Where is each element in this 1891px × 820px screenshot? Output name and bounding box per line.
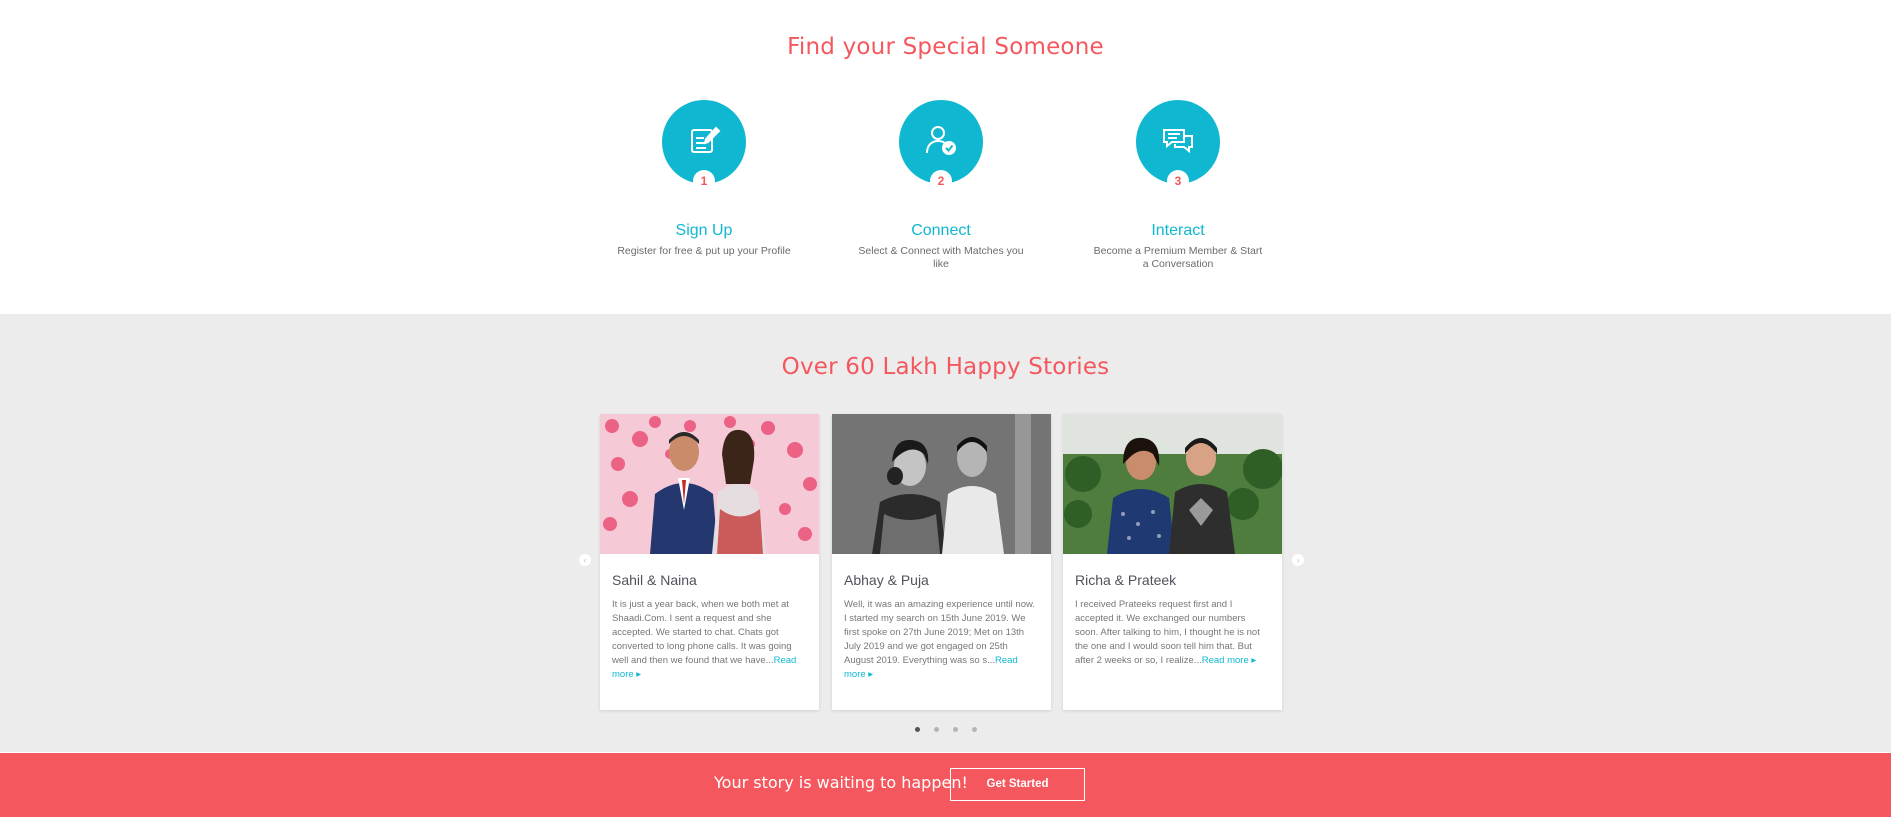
carousel-dot[interactable] (952, 727, 958, 732)
story-card[interactable]: Richa & Prateek I received Prateeks requ… (1063, 414, 1282, 710)
step-title[interactable]: Connect (831, 222, 1051, 240)
cta-text: Your story is waiting to happen! (714, 773, 968, 792)
story-excerpt: I received Prateeks request first and I … (1075, 598, 1270, 668)
step-sign-up: 1 Sign Up Register for free & put up you… (594, 100, 814, 258)
story-card[interactable]: Abhay & Puja Well, it was an amazing exp… (832, 414, 1051, 710)
carousel-dot[interactable] (971, 727, 977, 732)
step-circle: 2 (899, 100, 983, 192)
step-title[interactable]: Sign Up (594, 222, 814, 240)
get-started-button[interactable]: Get Started (950, 768, 1085, 801)
step-number: 2 (930, 170, 952, 192)
read-more-link[interactable]: Read more ▸ (1202, 655, 1256, 666)
carousel-dot[interactable] (933, 727, 939, 732)
story-couple-names: Sahil & Naina (612, 572, 697, 588)
cta-bar: Your story is waiting to happen! Get Sta… (0, 753, 1891, 817)
couple-photo (1063, 414, 1282, 554)
story-couple-names: Abhay & Puja (844, 572, 929, 588)
happy-stories-section: Over 60 Lakh Happy Stories ‹ › Sahil & N… (0, 314, 1891, 752)
couple-photo (832, 414, 1051, 554)
carousel-prev-arrow[interactable]: ‹ (579, 554, 591, 566)
story-excerpt: It is just a year back, when we both met… (612, 598, 807, 682)
story-card[interactable]: Sahil & Naina It is just a year back, wh… (600, 414, 819, 710)
steps-title: Find your Special Someone (787, 34, 1104, 60)
step-description: Select & Connect with Matches you like (858, 245, 1024, 270)
stories-title: Over 60 Lakh Happy Stories (781, 354, 1110, 380)
edit-form-icon (686, 122, 722, 163)
step-connect: 2 Connect Select & Connect with Matches … (831, 100, 1051, 271)
story-excerpt-text: It is just a year back, when we both met… (612, 599, 792, 666)
story-excerpt: Well, it was an amazing experience until… (844, 598, 1039, 682)
carousel-dot[interactable] (914, 727, 920, 732)
step-circle: 3 (1136, 100, 1220, 192)
story-couple-names: Richa & Prateek (1075, 572, 1177, 588)
user-check-icon (923, 122, 959, 163)
couple-photo (600, 414, 819, 554)
step-interact: 3 Interact Become a Premium Member & Sta… (1068, 100, 1288, 271)
step-number: 1 (693, 170, 715, 192)
step-description: Become a Premium Member & Start a Conver… (1093, 245, 1263, 270)
carousel-dots (0, 727, 1891, 732)
step-description: Register for free & put up your Profile (617, 245, 791, 257)
chat-bubbles-icon (1160, 122, 1196, 163)
step-circle: 1 (662, 100, 746, 192)
steps-section: Find your Special Someone 1 Sign Up Regi… (0, 0, 1891, 314)
step-title[interactable]: Interact (1068, 222, 1288, 240)
stories-carousel: Sahil & Naina It is just a year back, wh… (600, 414, 1283, 710)
carousel-next-arrow[interactable]: › (1292, 554, 1304, 566)
step-number: 3 (1167, 170, 1189, 192)
